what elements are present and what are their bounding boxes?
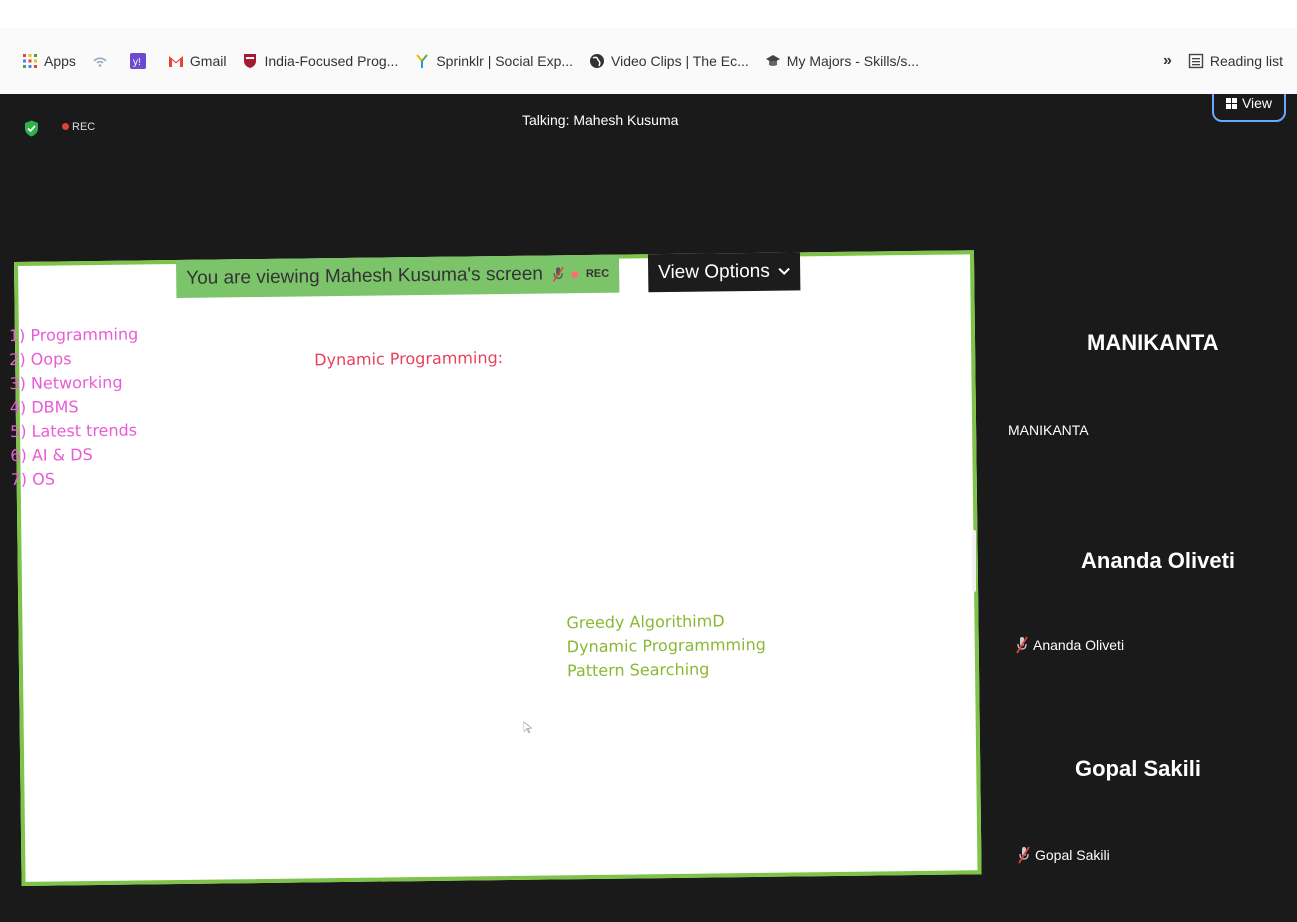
participant-label: MANIKANTA <box>1008 422 1089 438</box>
algorithm-list: Greedy AlgorithimD Dynamic Programmming … <box>566 609 766 683</box>
reading-list-label: Reading list <box>1209 53 1283 69</box>
record-dot-icon <box>62 123 69 130</box>
dynamic-programming-heading: Dynamic Programming: <box>314 348 504 370</box>
bookmark-video-clips[interactable]: Video Clips | The Ec... <box>589 53 749 69</box>
harvard-shield-icon <box>244 54 257 68</box>
muted-mic-icon <box>1018 846 1030 864</box>
muted-mic-icon <box>552 266 564 282</box>
list-item: Greedy AlgorithimD <box>566 611 725 633</box>
bookmark-label: Sprinklr | Social Exp... <box>436 53 574 69</box>
bookmark-wifi[interactable] <box>92 53 114 69</box>
gmail-icon <box>168 56 183 67</box>
bookmark-my-majors[interactable]: My Majors - Skills/s... <box>765 53 919 69</box>
view-button-label: View <box>1241 95 1273 111</box>
meeting-window: REC Talking: Mahesh Kusuma View You are … <box>0 94 1297 922</box>
screen-share-banner: You are viewing Mahesh Kusuma's screen R… <box>175 254 620 299</box>
wifi-icon <box>93 57 107 67</box>
bookmarks-right: » Reading list <box>1163 28 1283 94</box>
globe-icon <box>590 54 605 68</box>
reading-list-button[interactable]: Reading list <box>1188 53 1283 69</box>
yahoo-icon: y! <box>129 53 146 69</box>
bookmark-india-focused[interactable]: India-Focused Prog... <box>242 53 398 69</box>
bookmarks-bar: Apps y! Gmail India-Focused Prog... Spri… <box>0 28 1297 94</box>
bookmark-yahoo[interactable]: y! <box>129 53 152 69</box>
record-dot-icon <box>570 270 578 278</box>
participant-tile-name: Gopal Sakili <box>1075 756 1201 781</box>
participant-label-text: MANIKANTA <box>1008 422 1089 438</box>
view-options-button[interactable]: View Options <box>647 252 801 293</box>
bookmarks-overflow-button[interactable]: » <box>1163 52 1172 70</box>
banner-rec-label: REC <box>585 267 610 281</box>
list-item: 1) Programming <box>8 324 139 346</box>
list-item: 4) DBMS <box>9 397 79 418</box>
talking-indicator: Talking: Mahesh Kusuma <box>522 112 679 128</box>
list-item: Dynamic Programmming <box>566 634 766 657</box>
reading-list-icon <box>1188 53 1204 69</box>
recording-indicator: REC <box>62 121 95 133</box>
bookmark-apps[interactable]: Apps <box>22 53 76 69</box>
list-item: 3) Networking <box>9 372 123 394</box>
list-item: 7) OS <box>10 469 56 490</box>
recording-label: REC <box>72 121 96 133</box>
sprinklr-icon <box>416 54 429 68</box>
bookmark-label: India-Focused Prog... <box>264 53 399 69</box>
participant-label-text: Ananda Oliveti <box>1033 637 1125 653</box>
muted-mic-icon <box>1016 636 1028 654</box>
bookmark-label: Gmail <box>189 53 227 69</box>
list-item: Pattern Searching <box>566 659 710 681</box>
svg-text:y!: y! <box>133 57 141 68</box>
participant-label: Gopal Sakili <box>1017 846 1110 864</box>
view-button[interactable]: View <box>1212 94 1286 122</box>
topic-list: 1) Programming 2) Oops 3) Networking 4) … <box>9 322 140 491</box>
list-item: 6) AI & DS <box>10 445 93 466</box>
view-grid-icon <box>1225 97 1237 109</box>
participant-label-text: Gopal Sakili <box>1035 847 1110 863</box>
list-item: 5) Latest trends <box>9 420 138 442</box>
panel-resize-handle[interactable] <box>972 530 976 592</box>
bookmark-sprinklr[interactable]: Sprinklr | Social Exp... <box>414 53 573 69</box>
chevron-down-icon <box>778 267 790 276</box>
bookmark-label: Video Clips | The Ec... <box>611 53 749 69</box>
list-item: 2) Oops <box>9 349 72 370</box>
view-options-label: View Options <box>658 260 770 284</box>
security-shield-icon[interactable] <box>24 120 39 137</box>
graduation-cap-icon <box>765 55 780 66</box>
participant-tile-name: Ananda Oliveti <box>1081 548 1236 573</box>
bookmark-gmail[interactable]: Gmail <box>168 53 227 69</box>
bookmark-label: My Majors - Skills/s... <box>786 53 920 69</box>
participant-tile-name: MANIKANTA <box>1087 330 1219 355</box>
participant-label: Ananda Oliveti <box>1015 636 1124 654</box>
bookmark-label: Apps <box>44 53 76 69</box>
shared-screen[interactable]: You are viewing Mahesh Kusuma's screen R… <box>9 250 982 886</box>
screen-share-banner-text: You are viewing Mahesh Kusuma's screen <box>186 263 544 289</box>
apps-grid-icon <box>23 54 37 68</box>
mouse-cursor-icon <box>523 721 532 734</box>
